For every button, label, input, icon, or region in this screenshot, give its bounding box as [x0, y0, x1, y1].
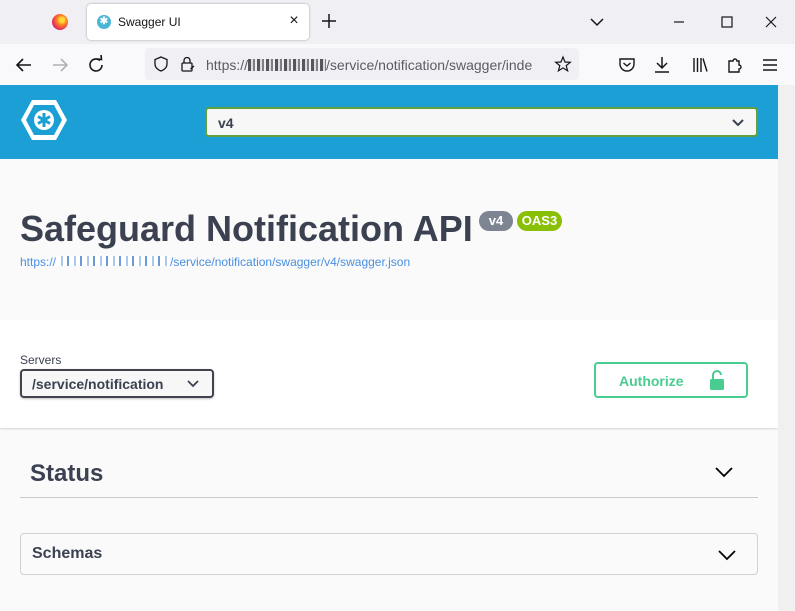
servers-section: Servers /service/notification Authorize — [0, 320, 778, 428]
pocket-icon[interactable] — [614, 52, 640, 78]
authorize-label: Authorize — [619, 373, 684, 389]
schemas-section[interactable]: Schemas — [20, 533, 758, 575]
spec-select-value: v4 — [218, 115, 234, 131]
library-icon[interactable] — [687, 52, 713, 78]
tag-title: Status — [30, 460, 104, 487]
extensions-icon[interactable] — [722, 52, 748, 78]
firefox-logo-icon[interactable] — [52, 14, 68, 30]
url-text[interactable]: https:// /service/notification/swagger/in… — [206, 57, 549, 73]
chevron-down-icon — [187, 380, 199, 388]
shield-icon[interactable] — [152, 55, 170, 73]
list-all-tabs-chevron-icon[interactable] — [586, 12, 608, 32]
url-bar[interactable]: https:// /service/notification/swagger/in… — [145, 48, 579, 80]
swagger-favicon-icon: ✱ — [97, 15, 111, 29]
download-icon[interactable] — [649, 52, 675, 78]
swagger-page: v4 Safeguard Notification API v4 OAS3 ht… — [0, 85, 778, 611]
menu-hamburger-icon[interactable] — [757, 52, 783, 78]
spec-definition-select[interactable]: v4 — [205, 107, 758, 137]
spec-link-path: /service/notification/swagger/v4/swagger… — [170, 255, 411, 269]
chevron-down-icon[interactable] — [717, 545, 737, 565]
browser-nav-bar: https:// /service/notification/swagger/in… — [0, 44, 795, 85]
browser-tab-swagger[interactable]: ✱ Swagger UI × — [87, 4, 309, 40]
schemas-title: Schemas — [32, 545, 103, 562]
screen: ✱ Swagger UI × https:// /service/notific… — [0, 0, 795, 611]
oas-badge: OAS3 — [517, 211, 562, 231]
new-tab-icon[interactable] — [318, 10, 340, 32]
servers-select[interactable]: /service/notification — [20, 369, 214, 398]
back-arrow-icon[interactable] — [11, 52, 37, 78]
api-info: Safeguard Notification API v4 OAS3 https… — [0, 159, 778, 320]
chevron-down-icon[interactable] — [714, 462, 734, 482]
window-close-icon[interactable] — [760, 12, 782, 32]
spec-json-link[interactable]: https:// /service/notification/swagger/v4… — [20, 255, 410, 269]
version-badge: v4 — [479, 211, 513, 231]
servers-label: Servers — [20, 353, 62, 367]
bookmark-star-icon[interactable] — [554, 55, 572, 73]
window-maximize-icon[interactable] — [716, 12, 738, 32]
spec-link-redacted-host — [56, 256, 171, 266]
reload-icon[interactable] — [83, 52, 109, 78]
servers-select-value: /service/notification — [32, 376, 164, 392]
forward-arrow-icon[interactable] — [47, 52, 73, 78]
window-minimize-icon[interactable] — [668, 12, 690, 32]
page-scrollbar[interactable] — [778, 85, 795, 611]
swagger-logo-icon[interactable] — [19, 98, 69, 142]
spec-link-prefix: https:// — [20, 255, 57, 269]
tag-section-status[interactable]: Status — [20, 453, 758, 498]
browser-tab-strip: ✱ Swagger UI × — [0, 0, 795, 44]
tab-title: Swagger UI — [118, 15, 181, 29]
url-redacted-host — [248, 59, 327, 71]
url-prefix: https:// — [206, 57, 249, 73]
lock-icon[interactable] — [178, 55, 196, 73]
chevron-down-icon — [732, 119, 744, 127]
page-title: Safeguard Notification API — [20, 208, 473, 249]
authorize-button[interactable]: Authorize — [594, 362, 748, 398]
url-path: /service/notification/swagger/inde — [326, 57, 533, 73]
unlocked-lock-icon — [710, 370, 724, 390]
tab-close-icon[interactable]: × — [285, 12, 303, 30]
swagger-topbar: v4 — [0, 85, 778, 159]
